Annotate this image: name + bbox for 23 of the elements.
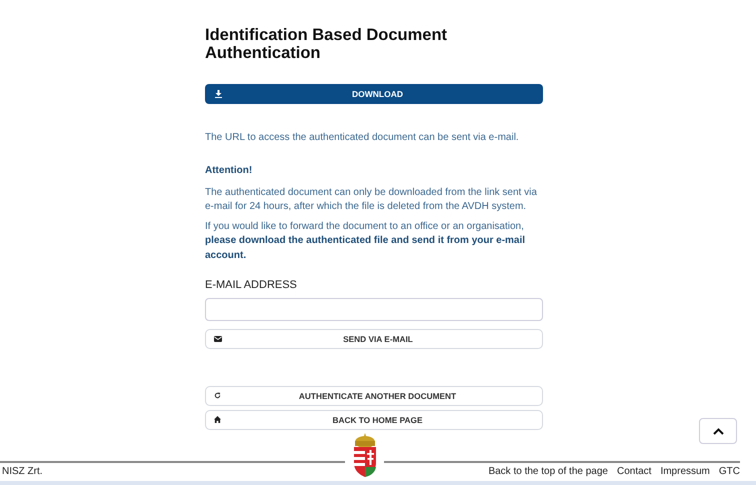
authenticate-button[interactable]: AUTHENTICATE ANOTHER DOCUMENT	[205, 386, 543, 406]
chevron-up-icon	[712, 428, 724, 434]
page-title: Identification Based Document Authentication	[205, 26, 448, 62]
footer-link[interactable]: Back to the top of the page	[488, 464, 608, 479]
home-button[interactable]: BACK TO HOME PAGE	[205, 410, 543, 430]
back-to-top-button[interactable]	[699, 418, 737, 444]
footer-link[interactable]: Contact	[616, 464, 652, 479]
envelope-icon	[214, 336, 222, 342]
paragraph: The authenticated document can only be downloaded from the link sent via e-mail for 24 hours, after which the file is deleted from the AVDH system.	[205, 186, 538, 214]
info-text: The URL to access the authenticated document can be sent via e-mail.	[205, 131, 520, 146]
footer-link[interactable]: Impressum	[660, 464, 710, 479]
field-label: E-MAIL ADDRESS	[205, 278, 298, 294]
home-icon	[214, 416, 221, 424]
email-field[interactable]	[205, 298, 543, 321]
coat-of-arms-icon	[352, 433, 378, 479]
download-button[interactable]: DOWNLOAD	[205, 84, 543, 104]
send-button[interactable]: SEND VIA E-MAIL	[205, 328, 543, 349]
attention-heading: Attention!	[205, 164, 254, 178]
footer-link[interactable]: GTC	[718, 464, 740, 479]
copyright-text: NISZ Zrt.	[2, 465, 43, 479]
paragraph: If you would like to forward the document to an office or an organisation, please download the authenticated file and send it from your e-mail account.	[205, 220, 526, 263]
download-icon	[215, 90, 222, 98]
refresh-icon	[214, 392, 221, 400]
